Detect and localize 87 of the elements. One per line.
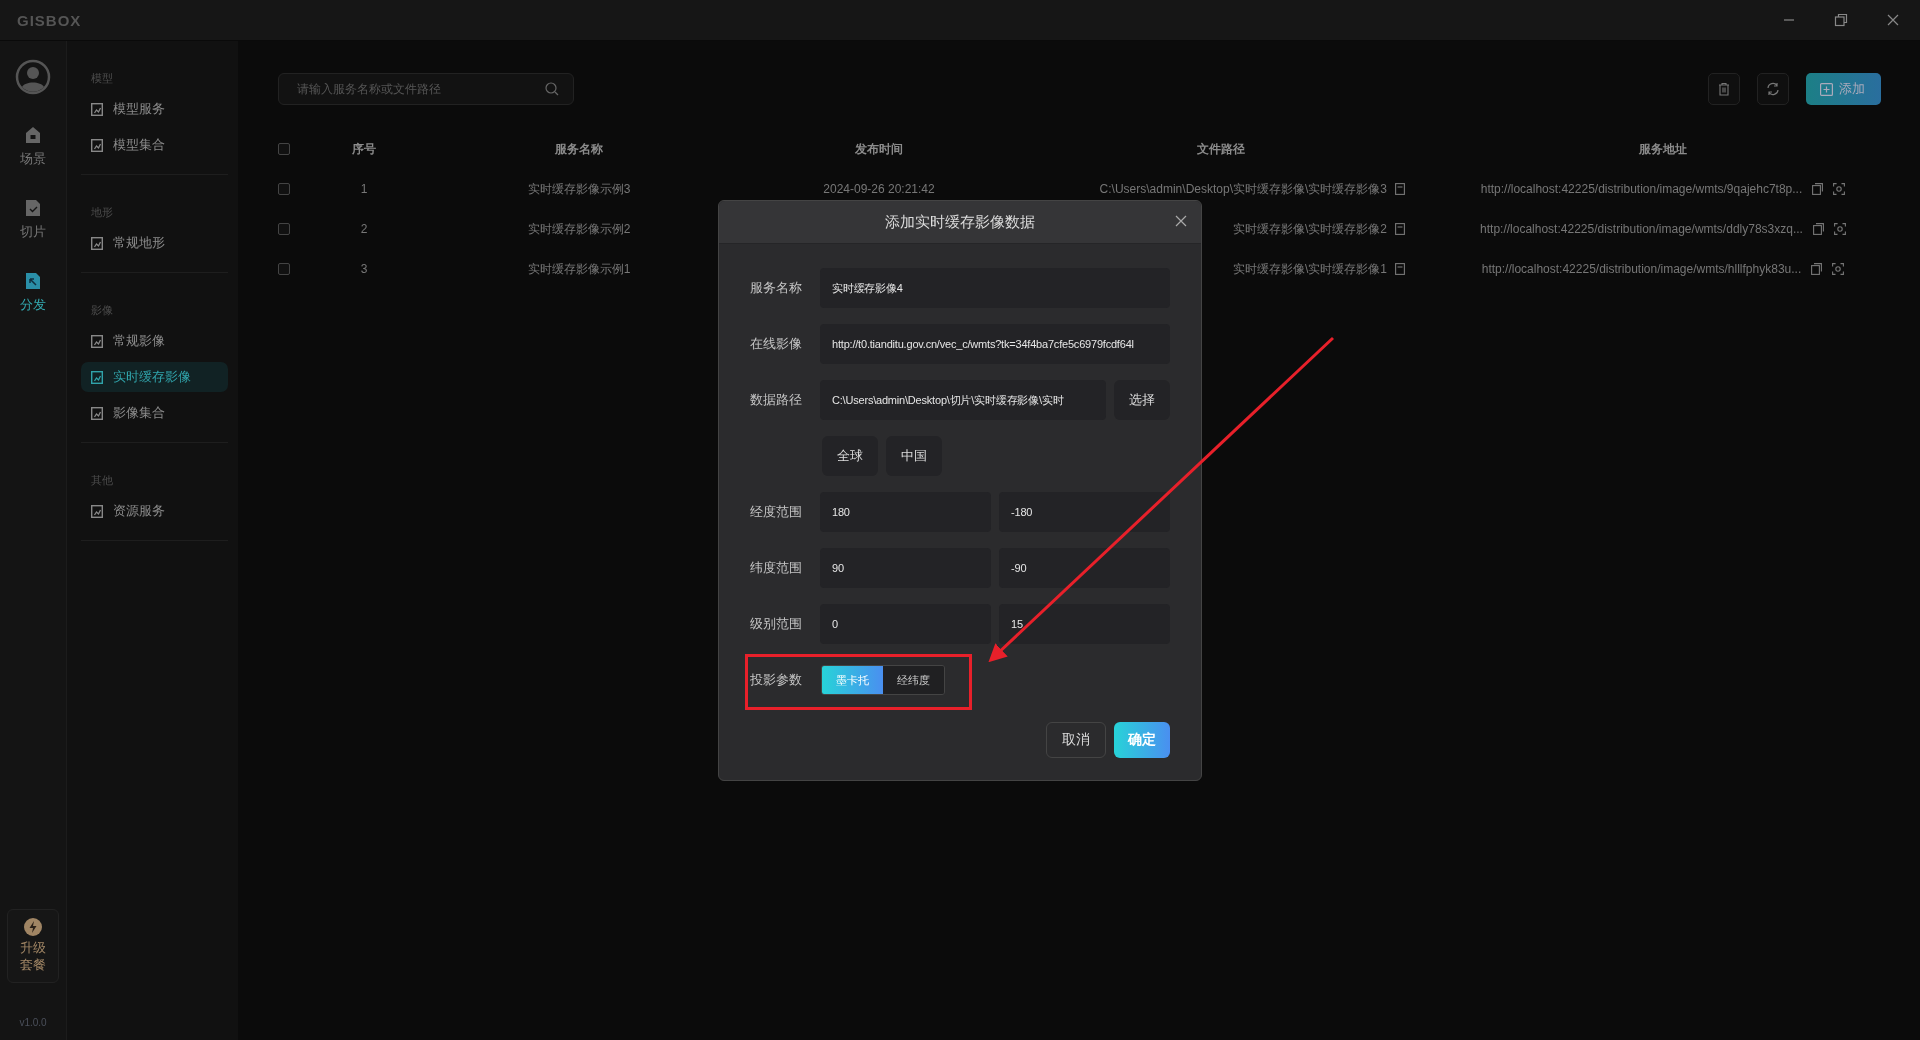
preview-icon[interactable] [1832, 263, 1845, 275]
input-field[interactable]: -180 [999, 492, 1170, 532]
input-field[interactable]: 90 [820, 548, 991, 588]
field-label: 在线影像 [750, 335, 803, 353]
cancel-button[interactable]: 取消 [1046, 722, 1106, 758]
column-header: 文件路径 [1197, 140, 1245, 158]
preset-button[interactable]: 中国 [886, 436, 942, 476]
table-cell: http://localhost:42225/distribution/image/wmts/9qajehc7t8p... [1480, 182, 1803, 196]
rail-tab[interactable]: 切片 [20, 198, 46, 241]
column-header: 服务地址 [1639, 140, 1687, 158]
folder-icon[interactable] [1395, 183, 1405, 195]
table-cell: C:\Users\admin\Desktop\实时缓存影像\实时缓存影像3 [1099, 180, 1387, 198]
document-icon [91, 236, 103, 250]
table-cell: 1 [360, 182, 368, 196]
input-field[interactable]: http://t0.tianditu.gov.cn/vec_c/wmts?tk=34f4ba7cfe5c6979fcdf64l [820, 324, 1170, 364]
table-cell: 实时缓存影像示例1 [527, 260, 631, 278]
select-button[interactable]: 选择 [1114, 380, 1170, 420]
version-label: v1.0.0 [19, 1017, 47, 1028]
field-label: 服务名称 [750, 279, 803, 297]
row-checkbox[interactable] [278, 263, 290, 275]
column-header: 序号 [352, 140, 376, 158]
nav-item[interactable]: 模型集合 [81, 130, 228, 160]
search-field[interactable]: 请输入服务名称或文件路径 [295, 81, 545, 97]
trash-icon [1717, 82, 1731, 96]
field-label: 经度范围 [750, 503, 803, 521]
nav-item[interactable]: 模型服务 [81, 94, 228, 124]
input-field[interactable]: 0 [820, 604, 991, 644]
nav-item[interactable]: 常规影像 [81, 326, 228, 356]
input-field[interactable]: -90 [999, 548, 1170, 588]
table-cell: 实时缓存影像示例2 [527, 220, 631, 238]
nav-item[interactable]: 资源服务 [81, 496, 228, 526]
document-icon [91, 334, 103, 348]
input-field[interactable]: 180 [820, 492, 991, 532]
field-label: 纬度范围 [750, 559, 803, 577]
copy-icon[interactable] [1812, 223, 1824, 235]
folder-icon[interactable] [1395, 263, 1405, 275]
document-icon [91, 504, 103, 518]
table-cell: http://localhost:42225/distribution/image/wmts/hlllfphyk83u... [1481, 262, 1802, 276]
plus-square-icon [1820, 82, 1833, 96]
app-logo: GISBOX [17, 11, 83, 29]
field-label: 级别范围 [750, 615, 803, 633]
rail-tab[interactable]: 场景 [20, 125, 46, 168]
search-box[interactable]: 请输入服务名称或文件路径 [278, 73, 574, 105]
row-checkbox[interactable] [278, 183, 290, 195]
table-cell: 实时缓存影像\实时缓存影像2 [1233, 220, 1387, 238]
rail-tab[interactable]: 分发 [20, 271, 46, 314]
avatar-icon[interactable] [15, 59, 51, 95]
table-cell: 2024-09-26 20:21:42 [823, 182, 935, 196]
column-header: 发布时间 [855, 140, 903, 158]
table-cell: 2 [360, 222, 368, 236]
preset-button[interactable]: 全球 [822, 436, 878, 476]
nav-item[interactable]: 常规地形 [81, 228, 228, 258]
close-icon [1175, 215, 1187, 227]
input-field[interactable]: C:\Users\admin\Desktop\切片\实时缓存影像\实时 [820, 380, 1106, 420]
field-label: 投影参数 [750, 671, 803, 689]
select-all-checkbox[interactable] [278, 143, 290, 155]
table-cell: http://localhost:42225/distribution/image/wmts/ddly78s3xzq... [1480, 222, 1803, 236]
dialog-title: 添加实时缓存影像数据 [885, 212, 1035, 232]
input-field[interactable]: 15 [999, 604, 1170, 644]
nav-item[interactable]: 实时缓存影像 [81, 362, 228, 392]
table-cell: 实时缓存影像\实时缓存影像1 [1233, 260, 1387, 278]
search-icon [545, 82, 559, 96]
refresh-icon [1766, 82, 1780, 96]
input-field[interactable]: 实时缓存影像4 [820, 268, 1170, 308]
close-button[interactable] [1175, 215, 1187, 227]
refresh-button[interactable] [1757, 73, 1789, 105]
document-icon [91, 406, 103, 420]
delete-button[interactable] [1708, 73, 1740, 105]
folder-icon[interactable] [1395, 223, 1405, 235]
table-cell: 实时缓存影像示例3 [527, 180, 631, 198]
column-header: 服务名称 [555, 140, 603, 158]
document-icon [91, 102, 103, 116]
preview-icon[interactable] [1833, 223, 1846, 235]
lightning-icon [24, 918, 42, 937]
copy-icon[interactable] [1812, 183, 1824, 195]
document-icon [91, 370, 103, 384]
field-label: 数据路径 [750, 391, 803, 409]
restore-icon[interactable] [1834, 13, 1848, 27]
close-icon[interactable] [1886, 13, 1900, 27]
document-icon [91, 138, 103, 152]
table-cell: 3 [360, 262, 368, 276]
nav-item[interactable]: 影像集合 [81, 398, 228, 428]
projection-option[interactable]: 经纬度 [883, 666, 944, 694]
row-checkbox[interactable] [278, 223, 290, 235]
preview-icon[interactable] [1833, 183, 1846, 195]
copy-icon[interactable] [1811, 263, 1823, 275]
upgrade-button[interactable]: 升级套餐 [7, 909, 59, 983]
